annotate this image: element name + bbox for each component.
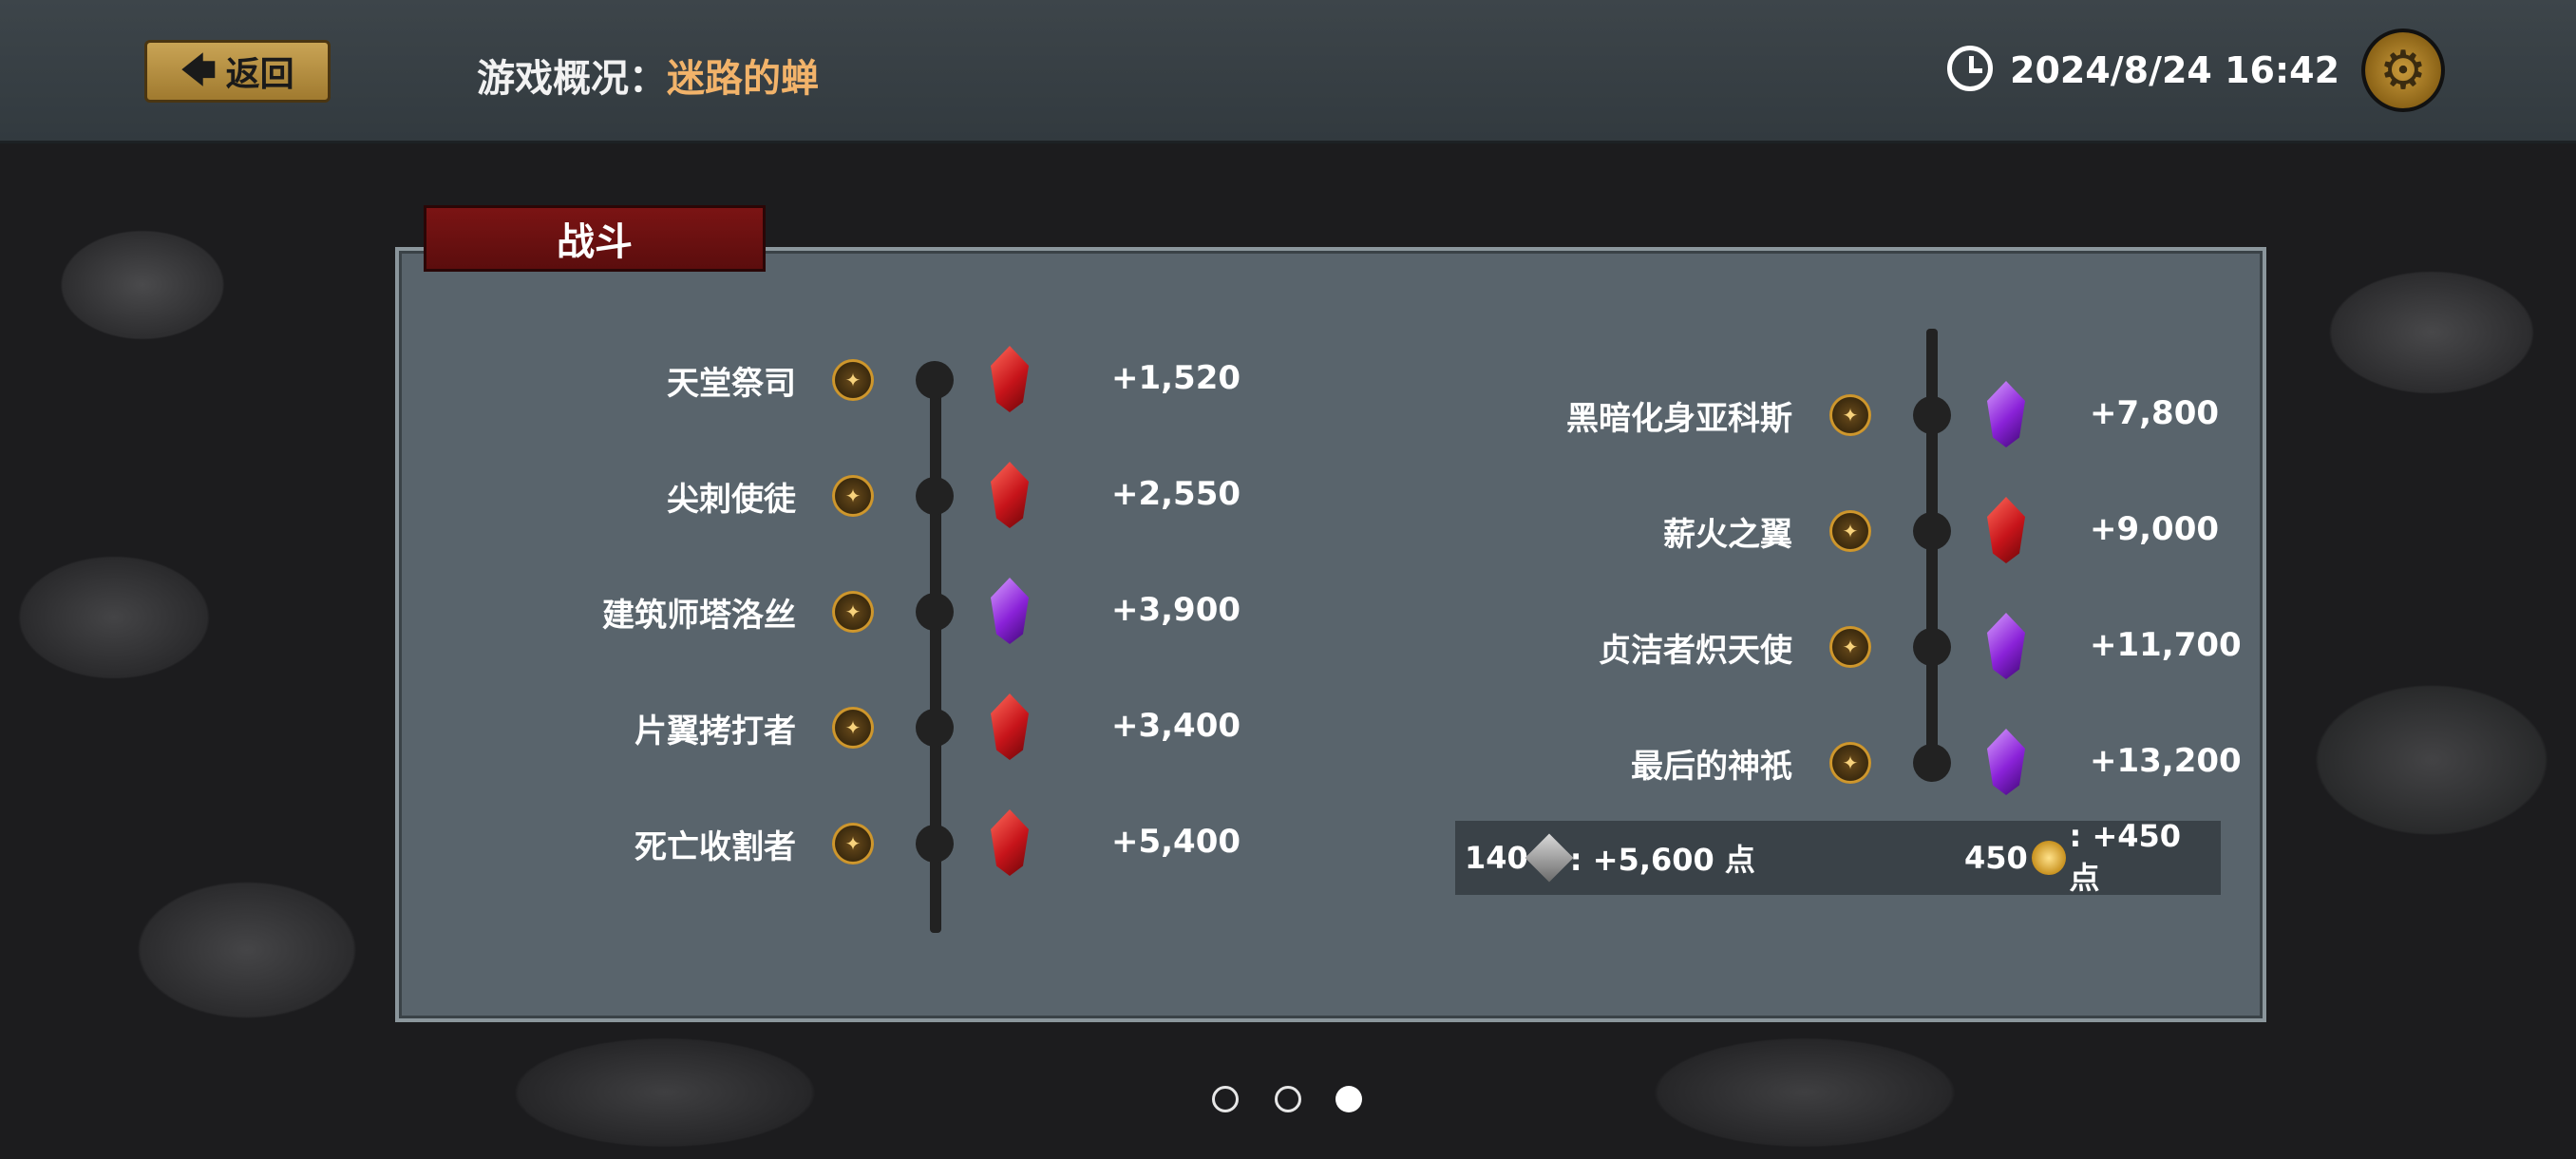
score-value: +13,200 [2090,742,2242,780]
score-value: +7,800 [2090,394,2220,432]
timeline-node [916,825,954,863]
timeline-node [916,477,954,515]
boss-name: 片翼拷打者 [397,699,796,756]
datetime-label: 2024/8/24 16:42 [2010,49,2340,91]
gold-coin-icon [2031,841,2066,875]
panel-tab-label: 战斗 [557,220,633,264]
silver-coin-icon [1525,833,1574,883]
score-value: +2,550 [1111,475,1241,513]
boss-name: 薪火之翼 [1393,503,1792,560]
boss-name-label: 尖刺使徒 [667,481,796,519]
timeline-node [1913,512,1951,550]
settings-button[interactable]: ⚙ [2361,28,2445,112]
boss-emblem-icon: ✦ [1829,394,1871,436]
title-prefix: 游戏概况： [477,57,667,101]
boss-name-label: 片翼拷打者 [635,712,796,750]
gear-icon: ⚙ [2378,39,2428,102]
summary-bar: 140 : +5,600 点 450 : +450 点 [1455,818,2221,898]
boss-emblem-icon: ✦ [832,707,874,749]
boss-emblem-icon: ✦ [1829,626,1871,668]
gold-summary: 450 : +450 点 [1964,818,2221,898]
player-name: 迷路的蝉 [667,57,819,101]
boss-name: 死亡收割者 [397,815,796,872]
score-value: +11,700 [2090,626,2242,664]
boss-name: 天堂祭司 [397,352,796,408]
timeline-node [916,593,954,631]
arrow-left-icon: 🡄 [180,51,217,90]
page-indicator-2[interactable] [1275,1086,1301,1112]
boss-emblem-icon: ✦ [832,823,874,864]
boss-emblem-icon: ✦ [832,591,874,633]
boss-name-label: 建筑师塔洛丝 [602,597,796,635]
boss-name: 最后的神祇 [1393,734,1792,791]
page-indicator-3[interactable] [1335,1086,1362,1112]
boss-name-label: 死亡收割者 [635,828,796,866]
silver-count: 140 [1465,840,1528,876]
boss-name: 尖刺使徒 [397,467,796,524]
boss-emblem-icon: ✦ [832,359,874,401]
clock-icon [1947,46,1993,91]
boss-name-label: 最后的神祇 [1631,748,1792,786]
panel-tab: 战斗 [424,205,766,272]
page-indicator-1[interactable] [1212,1086,1239,1112]
score-value: +3,900 [1111,591,1241,629]
boss-emblem-icon: ✦ [1829,510,1871,552]
back-button-label: 返回 [225,55,294,94]
boss-name: 贞洁者炽天使 [1393,618,1792,675]
silver-points: : +5,600 点 [1569,842,1755,878]
boss-name-label: 天堂祭司 [667,365,796,403]
score-value: +3,400 [1111,707,1241,745]
boss-name-label: 贞洁者炽天使 [1599,632,1792,670]
boss-name-label: 黑暗化身亚科斯 [1566,400,1792,438]
score-value: +5,400 [1111,823,1241,861]
silver-summary: 140 : +5,600 点 [1465,833,1755,883]
timeline-node [916,709,954,747]
boss-emblem-icon: ✦ [832,475,874,517]
page-title: 游戏概况：迷路的蝉 [477,48,819,103]
timeline-node [1913,396,1951,434]
gold-points: : +450 点 [2069,818,2182,896]
boss-emblem-icon: ✦ [1829,742,1871,784]
score-value: +1,520 [1111,359,1241,397]
boss-name-label: 薪火之翼 [1663,516,1792,554]
boss-name: 建筑师塔洛丝 [397,583,796,640]
timeline-node [1913,744,1951,782]
timeline-node [1913,628,1951,666]
back-button[interactable]: 🡄 返回 [144,40,331,103]
score-value: +9,000 [2090,510,2220,548]
boss-name: 黑暗化身亚科斯 [1393,387,1792,444]
gold-count: 450 [1964,840,2028,876]
timeline-node [916,361,954,399]
